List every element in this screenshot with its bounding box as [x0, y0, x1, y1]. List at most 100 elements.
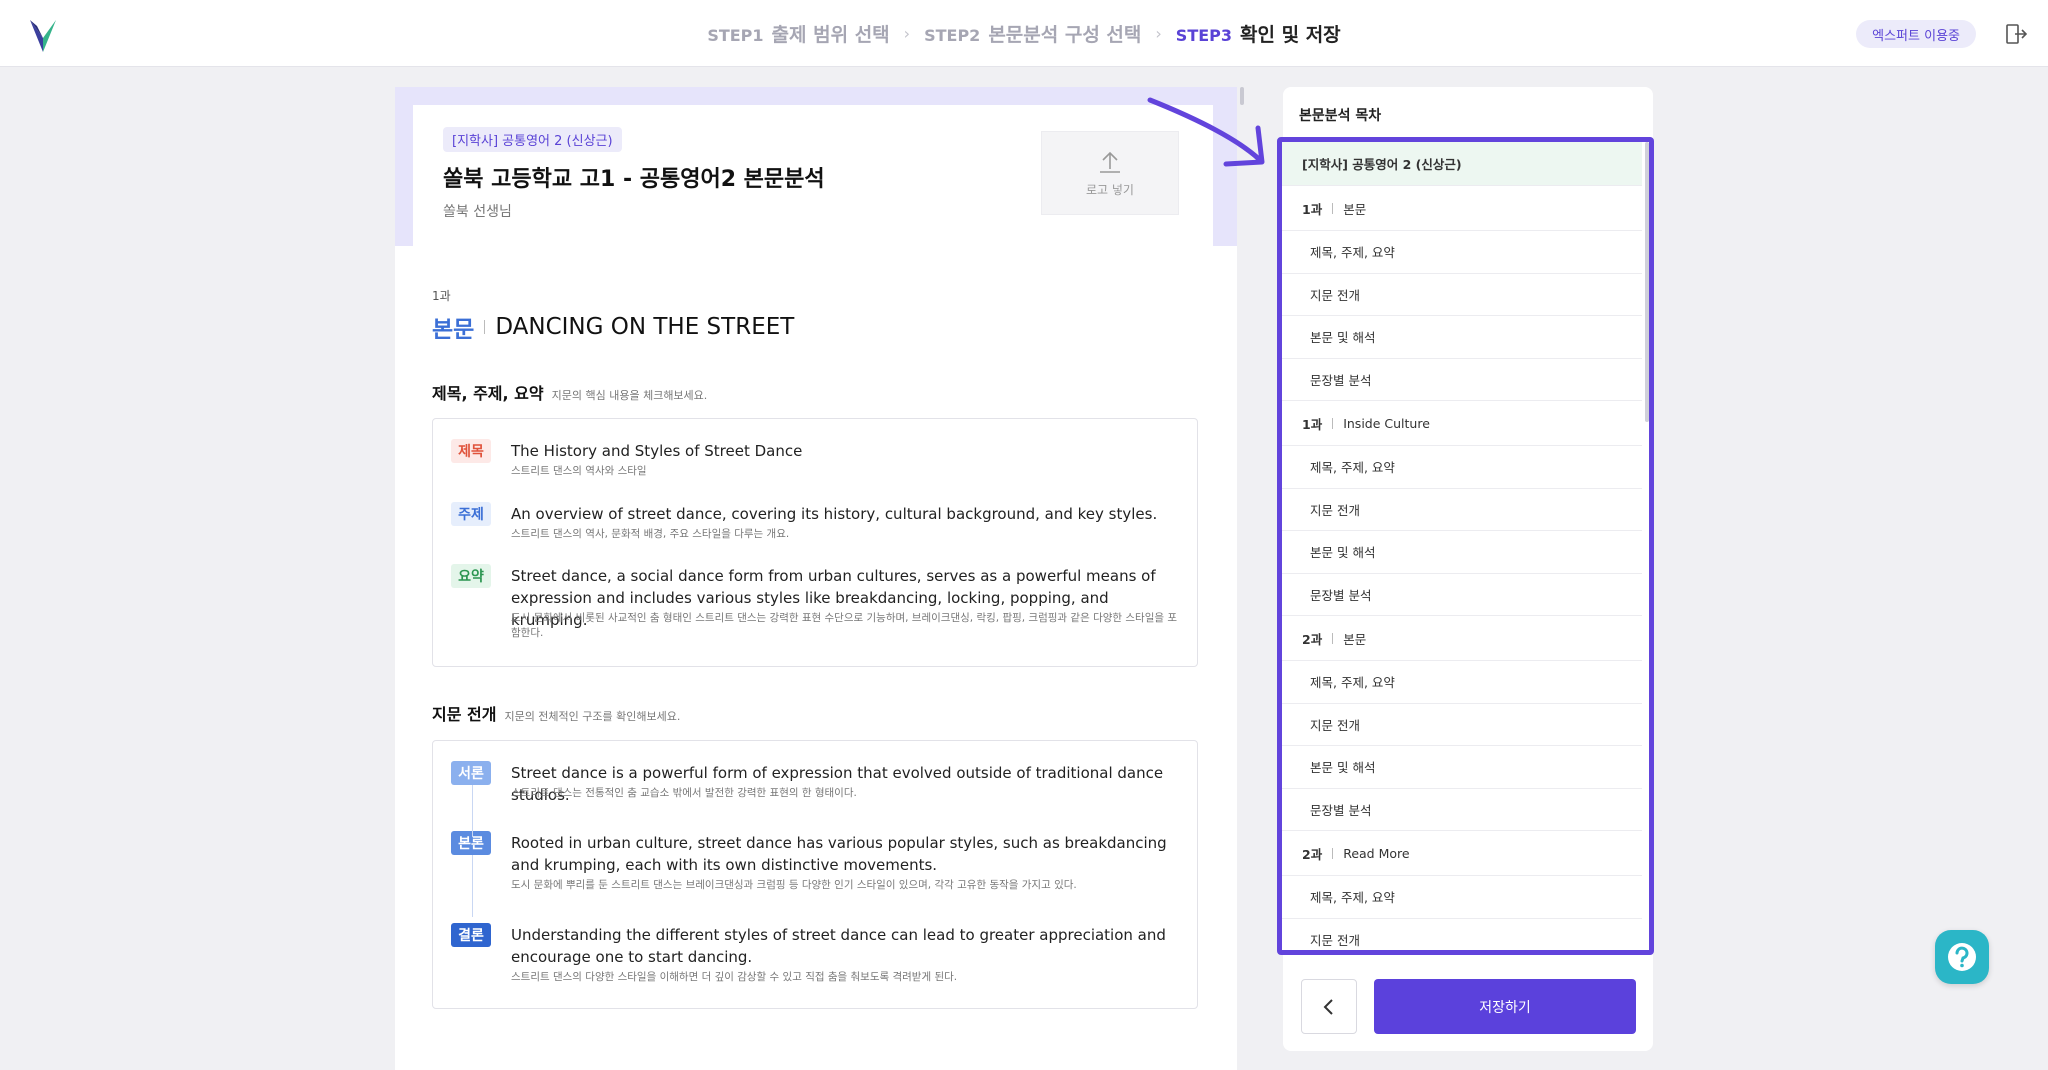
toc-sub-label: 문장별 분석 [1310, 587, 1372, 603]
toc-sub-label: 지문 전개 [1310, 932, 1360, 948]
step-3-number: STEP3 [1175, 26, 1233, 45]
toc-sub-label: 제목, 주제, 요약 [1310, 675, 1395, 691]
document-header: [지학사] 공통영어 2 (신상근) 쏠북 고등학교 고1 - 공통영어2 본문… [413, 105, 1213, 260]
divider [1332, 847, 1334, 859]
toc-sub-item[interactable]: 제목, 주제, 요약 [1282, 231, 1642, 274]
toc-title: 본문분석 목차 [1299, 108, 1382, 124]
chevron-right-icon: › [903, 24, 911, 43]
summary-box: 제목 The History and Styles of Street Danc… [432, 418, 1198, 667]
logo-upload-label: 로고 넣기 [1086, 182, 1134, 197]
chapter-name: Read More [1343, 845, 1410, 861]
step-1-label: 출제 범위 선택 [771, 24, 890, 46]
step-3[interactable]: STEP3 확인 및 저장 [1176, 20, 1341, 47]
lesson-title: 본문 DANCING ON THE STREET [432, 310, 794, 344]
top-bar: STEP1 출제 범위 선택 › STEP2 본문분석 구성 선택 › STEP… [0, 0, 2048, 67]
intro-korean: 스트리트 댄스는 전통적인 춤 교습소 밖에서 발전한 강력한 표현의 한 형태… [511, 787, 857, 799]
toc-sub-item[interactable]: 본문 및 해석 [1282, 531, 1642, 574]
structure-connector-line [472, 855, 473, 917]
summary-korean: 도시 문화에서 비롯된 사교적인 춤 형태인 스트리트 댄스는 강력한 표현 수… [511, 612, 1178, 639]
topic-korean: 스트리트 댄스의 역사, 문화적 배경, 주요 스타일을 다루는 개요. [511, 528, 790, 540]
topic-label: 주제 [451, 502, 491, 526]
step-2[interactable]: STEP2 본문분석 구성 선택 [924, 20, 1141, 47]
summary-heading: 제목, 주제, 요약 [432, 384, 544, 403]
body-english: Rooted in urban culture, street dance ha… [511, 834, 1167, 874]
toc-sub-label: 제목, 주제, 요약 [1310, 890, 1395, 906]
help-button[interactable] [1935, 930, 1989, 984]
summary-label: 요약 [451, 564, 491, 588]
divider [1332, 632, 1334, 644]
chapter-number: 2과 [1302, 631, 1323, 647]
chapter-name: 본문 [1343, 201, 1367, 217]
upload-icon [1100, 151, 1120, 173]
toc-highlight-frame: [지학사] 공통영어 2 (신상근) 1과 본문 제목, 주제, 요약 지문 전개… [1277, 137, 1654, 955]
toc-sub-item[interactable]: 제목, 주제, 요약 [1282, 876, 1642, 919]
toc-book-label: [지학사] 공통영어 2 (신상근) [1302, 157, 1462, 172]
title-label: 제목 [451, 439, 491, 463]
toc-sub-item[interactable]: 문장별 분석 [1282, 574, 1642, 616]
lesson-kind: 본문 [432, 317, 475, 343]
structure-heading: 지문 전개 [432, 705, 497, 724]
conclusion-label: 결론 [451, 923, 491, 947]
toc-sub-label: 문장별 분석 [1310, 802, 1372, 818]
toc-sub-item[interactable]: 문장별 분석 [1282, 789, 1642, 831]
annotation-arrow-icon [1147, 97, 1265, 167]
body-label: 본론 [451, 831, 491, 855]
intro-label: 서론 [451, 761, 491, 785]
toc-sub-item[interactable]: 지문 전개 [1282, 919, 1642, 951]
toc-sub-item[interactable]: 지문 전개 [1282, 704, 1642, 746]
toc-sub-label: 제목, 주제, 요약 [1310, 460, 1395, 476]
toc-sub-label: 지문 전개 [1310, 287, 1360, 303]
toc-scrollbar[interactable] [1645, 142, 1649, 422]
logout-icon[interactable] [2004, 22, 2028, 46]
structure-connector-line [472, 785, 473, 837]
chevron-right-icon: › [1155, 24, 1162, 43]
structure-box: 서론 Street dance is a powerful form of ex… [432, 740, 1198, 1009]
lesson-number: 1과 [432, 289, 451, 303]
chapter-name: Inside Culture [1343, 415, 1430, 431]
summary-description: 지문의 핵심 내용을 체크해보세요. [551, 389, 708, 402]
chapter-name: 본문 [1343, 631, 1367, 647]
help-chat-icon [1948, 943, 1976, 971]
step-3-label: 확인 및 저장 [1240, 24, 1341, 46]
toc-sub-item[interactable]: 지문 전개 [1282, 274, 1642, 316]
toc-sub-item[interactable]: 본문 및 해석 [1282, 316, 1642, 359]
toc-chapter[interactable]: 2과 본문 [1282, 616, 1642, 661]
divider [484, 320, 486, 334]
divider [1332, 202, 1334, 214]
toc-sub-item[interactable]: 지문 전개 [1282, 489, 1642, 531]
toc-sub-label: 지문 전개 [1310, 502, 1360, 518]
body-korean: 도시 문화에 뿌리를 둔 스트리트 댄스는 브레이크댄싱과 크럼핑 등 다양한 … [511, 879, 1077, 891]
save-button[interactable]: 저장하기 [1374, 979, 1636, 1034]
toc-sub-label: 문장별 분석 [1310, 372, 1372, 388]
toc-sub-item[interactable]: 본문 및 해석 [1282, 746, 1642, 789]
toc-sub-label: 본문 및 해석 [1310, 330, 1376, 346]
topic-english: An overview of street dance, covering it… [511, 505, 1158, 523]
toc-chapter[interactable]: 1과 Inside Culture [1282, 401, 1642, 446]
toc-chapter[interactable]: 1과 본문 [1282, 186, 1642, 231]
toc-book-item[interactable]: [지학사] 공통영어 2 (신상근) [1282, 142, 1642, 186]
chapter-number: 2과 [1302, 846, 1323, 862]
toc-sub-label: 제목, 주제, 요약 [1310, 245, 1395, 261]
step-2-label: 본문분석 구성 선택 [988, 24, 1142, 46]
chevron-left-icon [1323, 998, 1333, 1015]
step-1-number: STEP1 [707, 26, 764, 45]
divider [1332, 417, 1334, 429]
toc-sub-label: 본문 및 해석 [1310, 760, 1376, 776]
toc-chapter[interactable]: 2과 Read More [1282, 831, 1642, 876]
toc-list: [지학사] 공통영어 2 (신상근) 1과 본문 제목, 주제, 요약 지문 전개… [1282, 142, 1642, 951]
title-korean: 스트리트 댄스의 역사와 스타일 [511, 465, 647, 477]
title-english: The History and Styles of Street Dance [511, 442, 803, 460]
conclusion-korean: 스트리트 댄스의 다양한 스타일을 이해하면 더 깊이 감상할 수 있고 직접 … [511, 971, 958, 983]
toc-sub-item[interactable]: 문장별 분석 [1282, 359, 1642, 401]
toc-sub-item[interactable]: 제목, 주제, 요약 [1282, 661, 1642, 704]
chapter-number: 1과 [1302, 416, 1323, 432]
step-1[interactable]: STEP1 출제 범위 선택 [707, 20, 889, 47]
back-button[interactable] [1301, 979, 1357, 1034]
chapter-number: 1과 [1302, 201, 1323, 217]
toc-sub-item[interactable]: 제목, 주제, 요약 [1282, 446, 1642, 489]
toc-sub-label: 지문 전개 [1310, 717, 1360, 733]
conclusion-english: Understanding the different styles of st… [511, 926, 1166, 966]
toc-sub-label: 본문 및 해석 [1310, 545, 1376, 561]
step-navigation: STEP1 출제 범위 선택 › STEP2 본문분석 구성 선택 › STEP… [0, 0, 2048, 67]
toc-panel: 본문분석 목차 [지학사] 공통영어 2 (신상근) 1과 본문 제목, 주제, … [1277, 87, 1654, 1051]
